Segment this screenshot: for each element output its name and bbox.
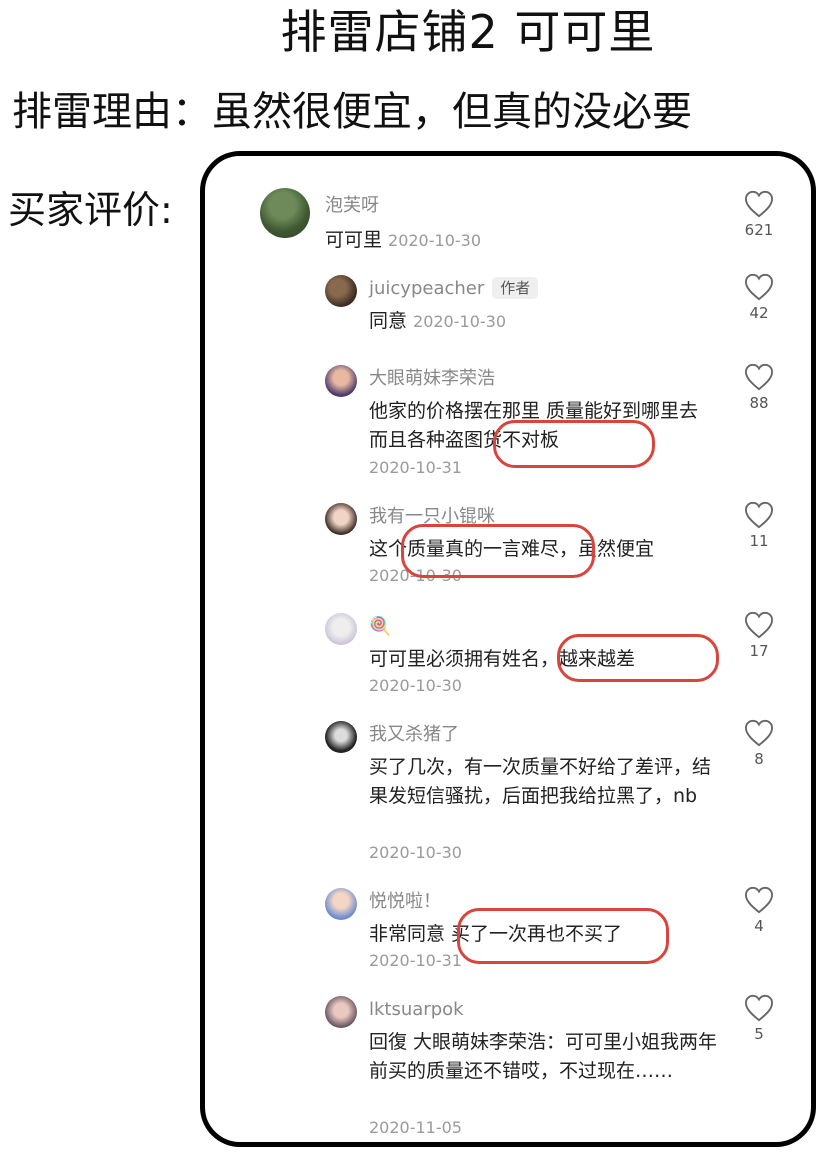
heart-outline-icon bbox=[744, 363, 774, 391]
comment-username[interactable]: 泡芙呀 bbox=[325, 194, 379, 218]
reply-body: 这个质量真的一言难尽，虽然便宜 bbox=[369, 538, 655, 560]
avatar[interactable] bbox=[260, 188, 310, 238]
reply-username[interactable]: 悦悦啦！ bbox=[369, 890, 441, 914]
reply-username[interactable]: 我又杀猪了 bbox=[369, 723, 459, 747]
reply-body: 买了几次，有一次质量不好给了差评，结果发短信骚扰，后面把我给拉黑了，nb bbox=[369, 756, 712, 807]
reason-text: 排雷理由：虽然很便宜，但真的没必要 bbox=[12, 89, 692, 135]
reply-date: 2020-10-30 bbox=[369, 843, 462, 862]
author-badge: 作者 bbox=[492, 277, 539, 299]
comment-date: 2020-10-30 bbox=[388, 231, 481, 250]
reply-username[interactable]: lktsuarpok bbox=[369, 998, 464, 1022]
avatar[interactable] bbox=[325, 613, 357, 645]
like-count: 621 bbox=[744, 221, 774, 239]
like-count: 5 bbox=[754, 1025, 764, 1043]
like-count: 4 bbox=[754, 917, 764, 935]
reply-username: juicypeacher 作者 bbox=[369, 277, 539, 301]
avatar[interactable] bbox=[325, 275, 357, 307]
like-button[interactable]: 5 bbox=[739, 994, 779, 1044]
reply-body: 可可里必须拥有姓名，越来越差 bbox=[369, 648, 636, 670]
reply-username[interactable]: 🍭 bbox=[369, 615, 391, 639]
like-count: 42 bbox=[749, 304, 769, 322]
heart-outline-icon bbox=[744, 886, 774, 914]
like-count: 17 bbox=[749, 642, 769, 660]
page-title: 排雷店铺2 可可里 bbox=[280, 5, 656, 59]
heart-outline-icon bbox=[744, 611, 774, 639]
like-button[interactable]: 11 bbox=[739, 501, 779, 551]
reply-body: 他家的价格摆在那里 质量能好到哪里去 而且各种盗图货不对板 bbox=[369, 400, 699, 451]
avatar[interactable] bbox=[325, 365, 357, 397]
avatar[interactable] bbox=[325, 888, 357, 920]
avatar[interactable] bbox=[325, 721, 357, 753]
like-button[interactable]: 42 bbox=[739, 273, 779, 323]
heart-outline-icon bbox=[744, 501, 774, 529]
heart-outline-icon bbox=[744, 994, 774, 1022]
username-link[interactable]: juicypeacher bbox=[369, 278, 484, 299]
heart-outline-icon bbox=[744, 273, 774, 301]
buyer-label: 买家评价: bbox=[8, 188, 173, 232]
phone-comment-panel: 泡芙呀 可可里 2020-10-30 621 juicypeacher 作者 同意 2… bbox=[200, 151, 816, 1147]
reply-date: 2020-10-31 bbox=[369, 458, 462, 477]
heart-outline-icon bbox=[744, 190, 774, 218]
like-button[interactable]: 88 bbox=[739, 363, 779, 413]
reply-date: 2020-10-31 bbox=[369, 951, 462, 970]
reply-text: 同意 2020-10-30 bbox=[369, 307, 506, 336]
like-count: 8 bbox=[754, 750, 764, 768]
like-count: 11 bbox=[749, 532, 769, 550]
reply-body: 非常同意 买了一次再也不买了 bbox=[369, 923, 623, 945]
reply-username[interactable]: 大眼萌妹李荣浩 bbox=[369, 367, 495, 391]
reply-username[interactable]: 我有一只小锟咪 bbox=[369, 505, 495, 529]
like-count: 88 bbox=[749, 394, 769, 412]
avatar[interactable] bbox=[325, 503, 357, 535]
like-button[interactable]: 17 bbox=[739, 611, 779, 661]
avatar[interactable] bbox=[325, 996, 357, 1028]
comment-body: 可可里 bbox=[325, 229, 383, 251]
reply-body: 同意 bbox=[369, 310, 408, 332]
comment-text: 可可里 2020-10-30 bbox=[325, 226, 481, 255]
reply-body: 回復 大眼萌妹李荣浩：可可里小姐我两年前买的质量还不错哎，不过现在…… bbox=[369, 1031, 718, 1082]
like-button[interactable]: 4 bbox=[739, 886, 779, 936]
reply-date: 2020-10-30 bbox=[369, 676, 462, 695]
like-button[interactable]: 621 bbox=[739, 190, 779, 240]
like-button[interactable]: 8 bbox=[739, 719, 779, 769]
reply-date: 2020-10-30 bbox=[369, 566, 462, 585]
heart-outline-icon bbox=[744, 719, 774, 747]
reply-date: 2020-10-30 bbox=[413, 312, 506, 331]
reply-date: 2020-11-05 bbox=[369, 1118, 462, 1137]
